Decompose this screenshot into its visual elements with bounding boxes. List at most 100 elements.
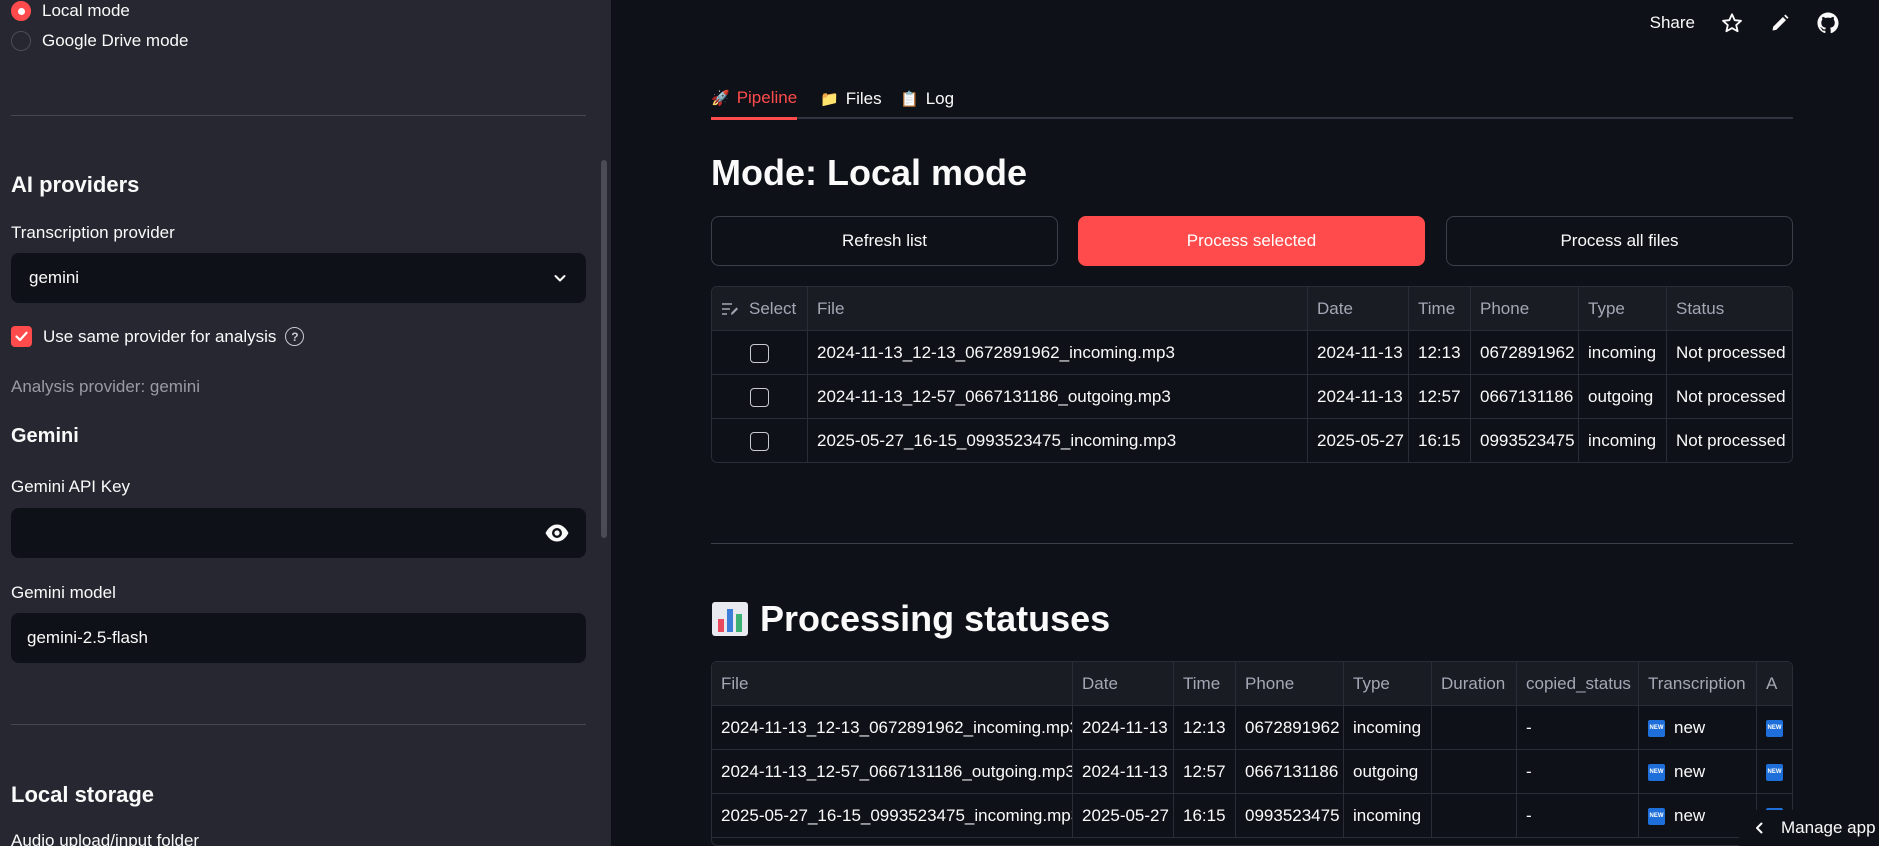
- analysis-cell[interactable]: NEW: [1757, 750, 1792, 794]
- type-cell[interactable]: incoming: [1579, 331, 1667, 375]
- tab-files[interactable]: 📁 Files: [820, 78, 882, 119]
- same-provider-checkbox-row[interactable]: Use same provider for analysis ?: [11, 326, 305, 347]
- column-header-type[interactable]: Type: [1579, 287, 1667, 331]
- column-header-status[interactable]: Status: [1667, 287, 1792, 331]
- column-header-file[interactable]: File: [808, 287, 1308, 331]
- process-selected-button[interactable]: Process selected: [1078, 216, 1425, 266]
- row-checkbox[interactable]: [750, 343, 769, 363]
- time-cell[interactable]: 12:57: [1174, 750, 1236, 794]
- gemini-model-value: gemini-2.5-flash: [27, 628, 148, 647]
- share-button[interactable]: Share: [1650, 13, 1695, 33]
- column-header-select[interactable]: Select: [712, 287, 808, 331]
- sidebar-scrollbar[interactable]: [601, 160, 607, 538]
- row-checkbox[interactable]: [750, 431, 769, 451]
- time-cell[interactable]: 12:13: [1409, 331, 1471, 375]
- radio-selected-icon[interactable]: [11, 1, 31, 21]
- phone-cell[interactable]: 0667131186: [1471, 375, 1579, 419]
- file-cell[interactable]: 2024-11-13_12-57_0667131186_outgoing.mp3: [712, 750, 1073, 794]
- analysis-cell[interactable]: NEW: [1757, 706, 1792, 750]
- page-title: Mode: Local mode: [711, 152, 1028, 193]
- radio-google-drive-mode[interactable]: Google Drive mode: [11, 28, 188, 54]
- table-row: 2025-05-27_16-15_0993523475_incoming.mp3…: [712, 419, 1792, 462]
- row-checkbox[interactable]: [750, 387, 769, 407]
- manage-app-button[interactable]: Manage app: [1739, 810, 1879, 846]
- phone-cell[interactable]: 0672891962: [1236, 706, 1344, 750]
- date-cell[interactable]: 2024-11-13: [1073, 750, 1174, 794]
- transcription-provider-select[interactable]: gemini: [11, 253, 586, 303]
- copied-status-cell[interactable]: -: [1517, 706, 1639, 750]
- time-cell[interactable]: 16:15: [1174, 794, 1236, 838]
- column-header-transcription[interactable]: Transcription: [1639, 662, 1757, 706]
- select-cell[interactable]: [712, 419, 808, 462]
- phone-cell[interactable]: 0672891962: [1471, 331, 1579, 375]
- column-header-date[interactable]: Date: [1308, 287, 1409, 331]
- column-header-file[interactable]: File: [712, 662, 1073, 706]
- radio-unselected-icon[interactable]: [11, 31, 31, 51]
- radio-local-mode[interactable]: Local mode: [11, 0, 130, 24]
- star-icon[interactable]: [1721, 12, 1743, 34]
- github-icon[interactable]: [1817, 12, 1839, 34]
- column-header-analysis[interactable]: A: [1757, 662, 1792, 706]
- time-cell[interactable]: 12:13: [1174, 706, 1236, 750]
- bar-chart-icon: [712, 602, 748, 636]
- column-header-copied-status[interactable]: copied_status: [1517, 662, 1639, 706]
- date-cell[interactable]: 2025-05-27: [1073, 794, 1174, 838]
- help-icon[interactable]: ?: [285, 327, 305, 346]
- date-cell[interactable]: 2025-05-27: [1308, 419, 1409, 462]
- transcription-cell[interactable]: NEW new: [1639, 706, 1757, 750]
- status-cell[interactable]: Not processed: [1667, 419, 1792, 462]
- rocket-icon: 🚀: [711, 89, 730, 107]
- pencil-icon[interactable]: [1769, 12, 1791, 34]
- column-header-time[interactable]: Time: [1174, 662, 1236, 706]
- duration-cell[interactable]: [1432, 706, 1517, 750]
- phone-cell[interactable]: 0667131186: [1236, 750, 1344, 794]
- phone-cell[interactable]: 0993523475: [1471, 419, 1579, 462]
- copied-status-cell[interactable]: -: [1517, 794, 1639, 838]
- new-badge-icon: NEW: [1766, 763, 1783, 781]
- file-cell[interactable]: 2025-05-27_16-15_0993523475_incoming.mp3: [808, 419, 1308, 462]
- new-badge-icon: NEW: [1766, 719, 1783, 737]
- tab-log[interactable]: 📋 Log: [900, 78, 954, 119]
- duration-cell[interactable]: [1432, 750, 1517, 794]
- heading-text: Processing statuses: [760, 598, 1111, 639]
- gemini-model-field[interactable]: gemini-2.5-flash: [11, 613, 586, 663]
- time-cell[interactable]: 16:15: [1409, 419, 1471, 462]
- phone-cell[interactable]: 0993523475: [1236, 794, 1344, 838]
- column-header-type[interactable]: Type: [1344, 662, 1432, 706]
- gemini-api-key-input[interactable]: [27, 523, 544, 543]
- file-cell[interactable]: 2025-05-27_16-15_0993523475_incoming.mp3: [712, 794, 1073, 838]
- eye-icon[interactable]: [544, 520, 570, 546]
- select-cell[interactable]: [712, 375, 808, 419]
- copied-status-cell[interactable]: -: [1517, 750, 1639, 794]
- file-cell[interactable]: 2024-11-13_12-13_0672891962_incoming.mp3: [808, 331, 1308, 375]
- date-cell[interactable]: 2024-11-13: [1073, 706, 1174, 750]
- type-cell[interactable]: incoming: [1344, 706, 1432, 750]
- column-header-phone[interactable]: Phone: [1236, 662, 1344, 706]
- type-cell[interactable]: outgoing: [1344, 750, 1432, 794]
- transcription-cell[interactable]: NEW new: [1639, 750, 1757, 794]
- type-cell[interactable]: incoming: [1344, 794, 1432, 838]
- sidebar-divider: [11, 115, 586, 116]
- file-cell[interactable]: 2024-11-13_12-57_0667131186_outgoing.mp3: [808, 375, 1308, 419]
- tab-pipeline[interactable]: 🚀 Pipeline: [711, 78, 798, 120]
- type-cell[interactable]: incoming: [1579, 419, 1667, 462]
- column-header-date[interactable]: Date: [1073, 662, 1174, 706]
- date-cell[interactable]: 2024-11-13: [1308, 331, 1409, 375]
- type-cell[interactable]: outgoing: [1579, 375, 1667, 419]
- status-cell[interactable]: Not processed: [1667, 331, 1792, 375]
- column-header-phone[interactable]: Phone: [1471, 287, 1579, 331]
- duration-cell[interactable]: [1432, 794, 1517, 838]
- select-cell[interactable]: [712, 331, 808, 375]
- column-header-time[interactable]: Time: [1409, 287, 1471, 331]
- folder-icon: 📁: [820, 90, 839, 108]
- status-cell[interactable]: Not processed: [1667, 375, 1792, 419]
- date-cell[interactable]: 2024-11-13: [1308, 375, 1409, 419]
- table-row: 2024-11-13_12-13_0672891962_incoming.mp3…: [712, 706, 1792, 750]
- refresh-list-button[interactable]: Refresh list: [711, 216, 1058, 266]
- file-cell[interactable]: 2024-11-13_12-13_0672891962_incoming.mp3: [712, 706, 1073, 750]
- time-cell[interactable]: 12:57: [1409, 375, 1471, 419]
- checkbox-checked-icon[interactable]: [11, 326, 32, 347]
- gemini-api-key-field[interactable]: [11, 508, 586, 558]
- column-header-duration[interactable]: Duration: [1432, 662, 1517, 706]
- process-all-button[interactable]: Process all files: [1446, 216, 1793, 266]
